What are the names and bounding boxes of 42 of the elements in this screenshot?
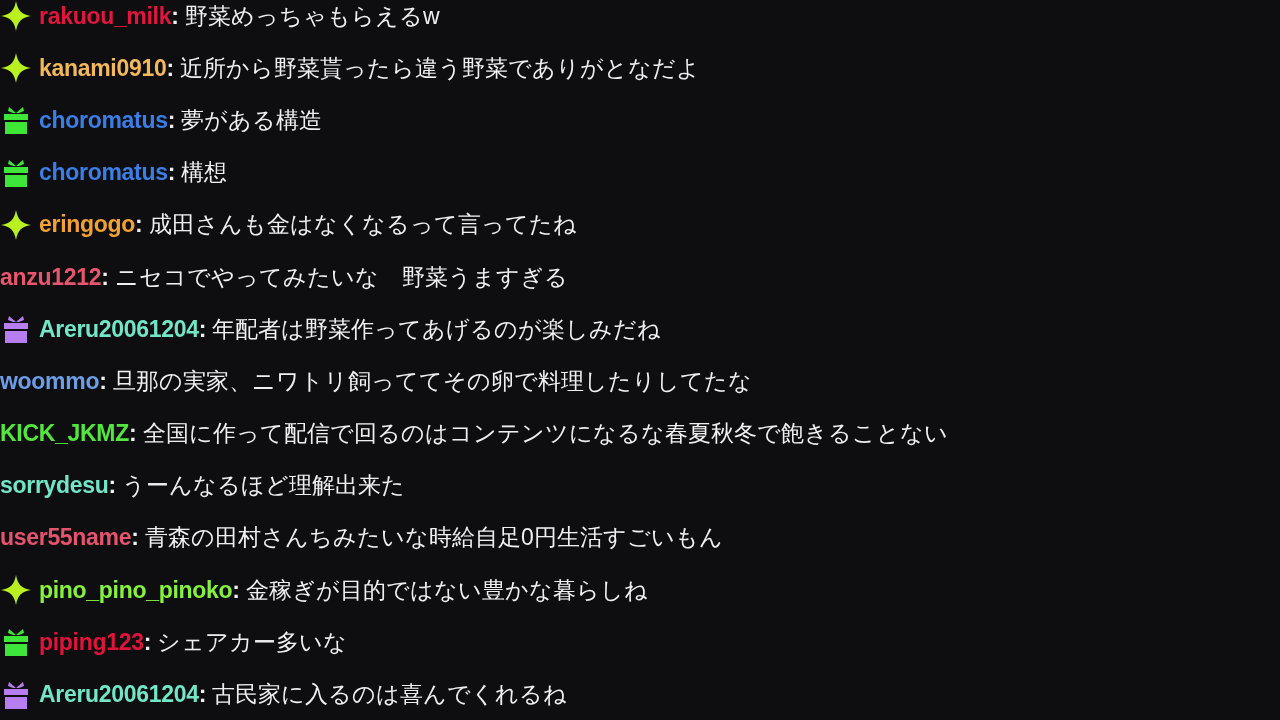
username[interactable]: pino_pino_pinoko (39, 576, 233, 604)
separator-colon: : (135, 211, 143, 239)
separator-colon: : (131, 524, 139, 552)
chat-message: 旦那の実家、ニワトリ飼っててその卵で料理したりしてたな (112, 366, 752, 396)
chat-message: 成田さんも金はなくなるって言ってたね (148, 210, 577, 240)
username[interactable]: rakuou_milk (39, 2, 172, 30)
username[interactable]: user55name (0, 524, 132, 552)
separator-colon: : (99, 367, 107, 395)
chat-message: 金稼ぎが目的ではない豊かな暮らしね (245, 575, 648, 605)
separator-colon: : (198, 681, 207, 709)
username[interactable]: eringogo (39, 211, 135, 239)
separator-colon: : (128, 420, 137, 448)
separator-colon: : (108, 472, 117, 500)
chat-message: 構想 (181, 158, 228, 188)
separator-colon: : (167, 159, 176, 187)
chat-message: ニセコでやってみたいな 野菜うますぎる (114, 262, 568, 292)
username[interactable]: Areru20061204 (39, 315, 199, 343)
chat-message: 野菜めっちゃもらえるw (184, 1, 440, 31)
chat-message: 青森の田村さんちみたいな時給自足0円生活すごいもん (144, 523, 723, 553)
username[interactable]: anzu1212 (0, 263, 102, 291)
separator-colon: : (167, 106, 176, 134)
username[interactable]: KICK_JKMZ (0, 420, 129, 448)
separator-colon: : (101, 263, 109, 291)
username[interactable]: Areru20061204 (39, 681, 199, 709)
username[interactable]: piping123 (39, 628, 144, 656)
separator-colon: : (198, 315, 207, 343)
separator-colon: : (232, 576, 240, 604)
username[interactable]: woommo (0, 367, 100, 395)
chat-message: 夢がある構造 (181, 105, 323, 135)
separator-colon: : (143, 628, 152, 656)
chat-message: 古民家に入るのは喜んでくれるね (212, 680, 568, 710)
separator-colon: : (171, 2, 179, 30)
chat-message: 全国に作って配信で回るのはコンテンツになるな春夏秋冬で飽きることない (142, 419, 948, 449)
username[interactable]: sorrydesu (0, 472, 109, 500)
chat-message: 年配者は野菜作ってあげるのが楽しみだね (212, 314, 662, 344)
username[interactable]: choromatus (39, 159, 168, 187)
username[interactable]: choromatus (39, 106, 168, 134)
chat-message: 近所から野菜貰ったら違う野菜でありがとなだよ (180, 53, 701, 83)
separator-colon: : (166, 54, 175, 82)
chat-message: シェアカー多いな (157, 627, 348, 657)
chat-message: うーんなるほど理解出来た (122, 471, 406, 501)
username[interactable]: kanami0910 (39, 54, 167, 82)
